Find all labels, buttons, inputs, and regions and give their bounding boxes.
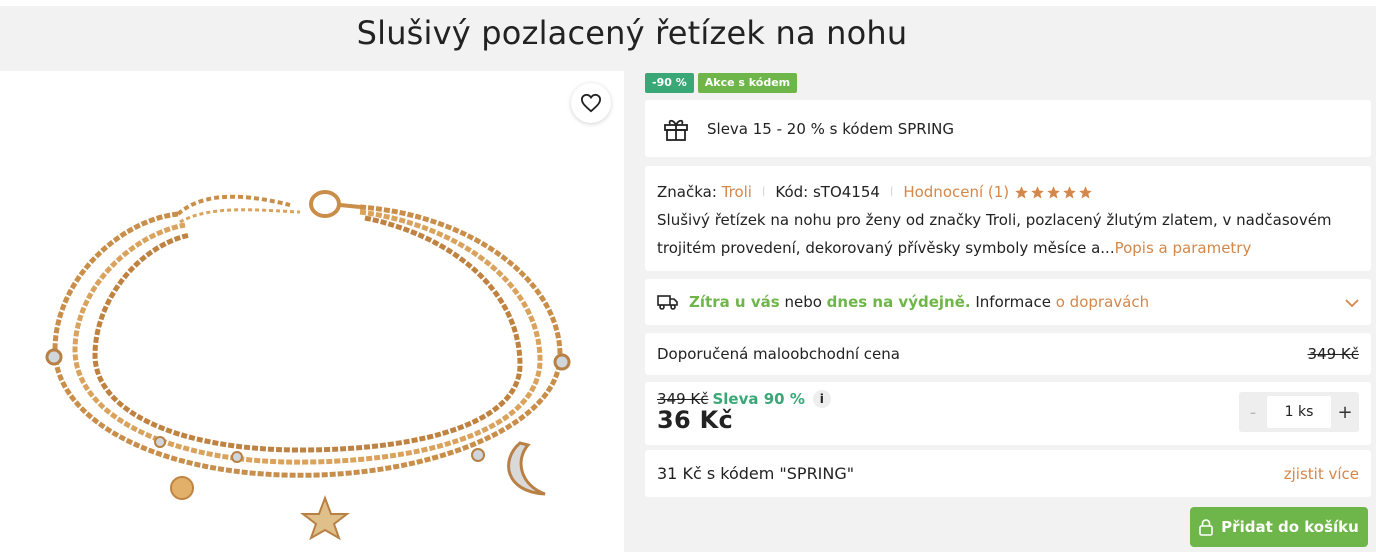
add-to-cart-label: Přidat do košíku bbox=[1221, 518, 1359, 536]
star-icon bbox=[1047, 185, 1060, 198]
product-info-card: Značka: Troli | Kód: sTO4154 | Hodnocení… bbox=[645, 166, 1371, 271]
separator: | bbox=[761, 186, 766, 197]
rating-stars bbox=[1014, 185, 1093, 200]
ship-info-label: Informace bbox=[975, 293, 1051, 311]
truck-icon bbox=[657, 293, 679, 311]
brand-label: Značka: bbox=[657, 183, 717, 201]
star-icon bbox=[1063, 185, 1076, 198]
wishlist-button[interactable] bbox=[571, 83, 611, 123]
heart-icon bbox=[580, 93, 602, 113]
quantity-input[interactable]: 1 ks bbox=[1267, 396, 1331, 428]
rating-link[interactable]: Hodnocení (1) bbox=[903, 178, 1009, 206]
quantity-decrease-button[interactable]: - bbox=[1239, 402, 1267, 423]
gift-icon bbox=[663, 116, 689, 142]
star-icon bbox=[1079, 185, 1092, 198]
ship-or: nebo bbox=[784, 293, 822, 311]
bracelet-image bbox=[45, 190, 571, 541]
rrp-label: Doporučená maloobchodní cena bbox=[657, 345, 900, 363]
code-offer-link[interactable]: zjistit více bbox=[1284, 465, 1359, 483]
shipping-info[interactable]: Zítra u vás nebo dnes na výdejně. Inform… bbox=[645, 279, 1371, 325]
info-icon[interactable]: i bbox=[812, 390, 831, 408]
star-icon bbox=[1015, 185, 1028, 198]
quantity-increase-button[interactable]: + bbox=[1331, 402, 1359, 423]
price-box: 349 Kč Sleva 90 % i 36 Kč - 1 ks + bbox=[645, 382, 1371, 445]
product-image[interactable] bbox=[0, 71, 624, 552]
top-strip bbox=[0, 0, 1376, 6]
quantity-stepper: - 1 ks + bbox=[1239, 392, 1359, 432]
badge-group: -90 % Akce s kódem bbox=[645, 73, 798, 93]
shipping-link[interactable]: o dopravách bbox=[1056, 293, 1149, 311]
product-meta: Značka: Troli | Kód: sTO4154 | Hodnocení… bbox=[657, 178, 1359, 206]
lock-icon bbox=[1199, 518, 1213, 536]
product-description: Slušivý řetízek na nohu pro ženy od znač… bbox=[657, 206, 1359, 262]
rrp-row: Doporučená maloobchodní cena 349 Kč bbox=[645, 333, 1371, 375]
code-label: Kód: bbox=[775, 183, 809, 201]
promo-text: Sleva 15 - 20 % s kódem SPRING bbox=[707, 119, 954, 138]
code-offer-text: 31 Kč s kódem "SPRING" bbox=[657, 464, 855, 483]
product-code: sTO4154 bbox=[812, 183, 880, 201]
promo-banner: Sleva 15 - 20 % s kódem SPRING bbox=[645, 100, 1371, 157]
star-icon bbox=[1031, 185, 1044, 198]
description-link[interactable]: Popis a parametry bbox=[1115, 239, 1252, 257]
brand-link[interactable]: Troli bbox=[722, 178, 752, 206]
promo-badge: Akce s kódem bbox=[697, 73, 798, 93]
separator: | bbox=[889, 186, 894, 197]
discount-badge: -90 % bbox=[645, 73, 694, 93]
ship-today: dnes na výdejně. bbox=[826, 293, 971, 311]
chevron-down-icon[interactable] bbox=[1345, 294, 1359, 312]
rrp-value: 349 Kč bbox=[1307, 345, 1359, 363]
page-title: Slušivý pozlacený řetízek na nohu bbox=[356, 14, 908, 52]
add-to-cart-button[interactable]: Přidat do košíku bbox=[1190, 507, 1368, 547]
ship-tomorrow: Zítra u vás bbox=[689, 293, 780, 311]
code-offer-row: 31 Kč s kódem "SPRING" zjistit více bbox=[645, 450, 1371, 497]
